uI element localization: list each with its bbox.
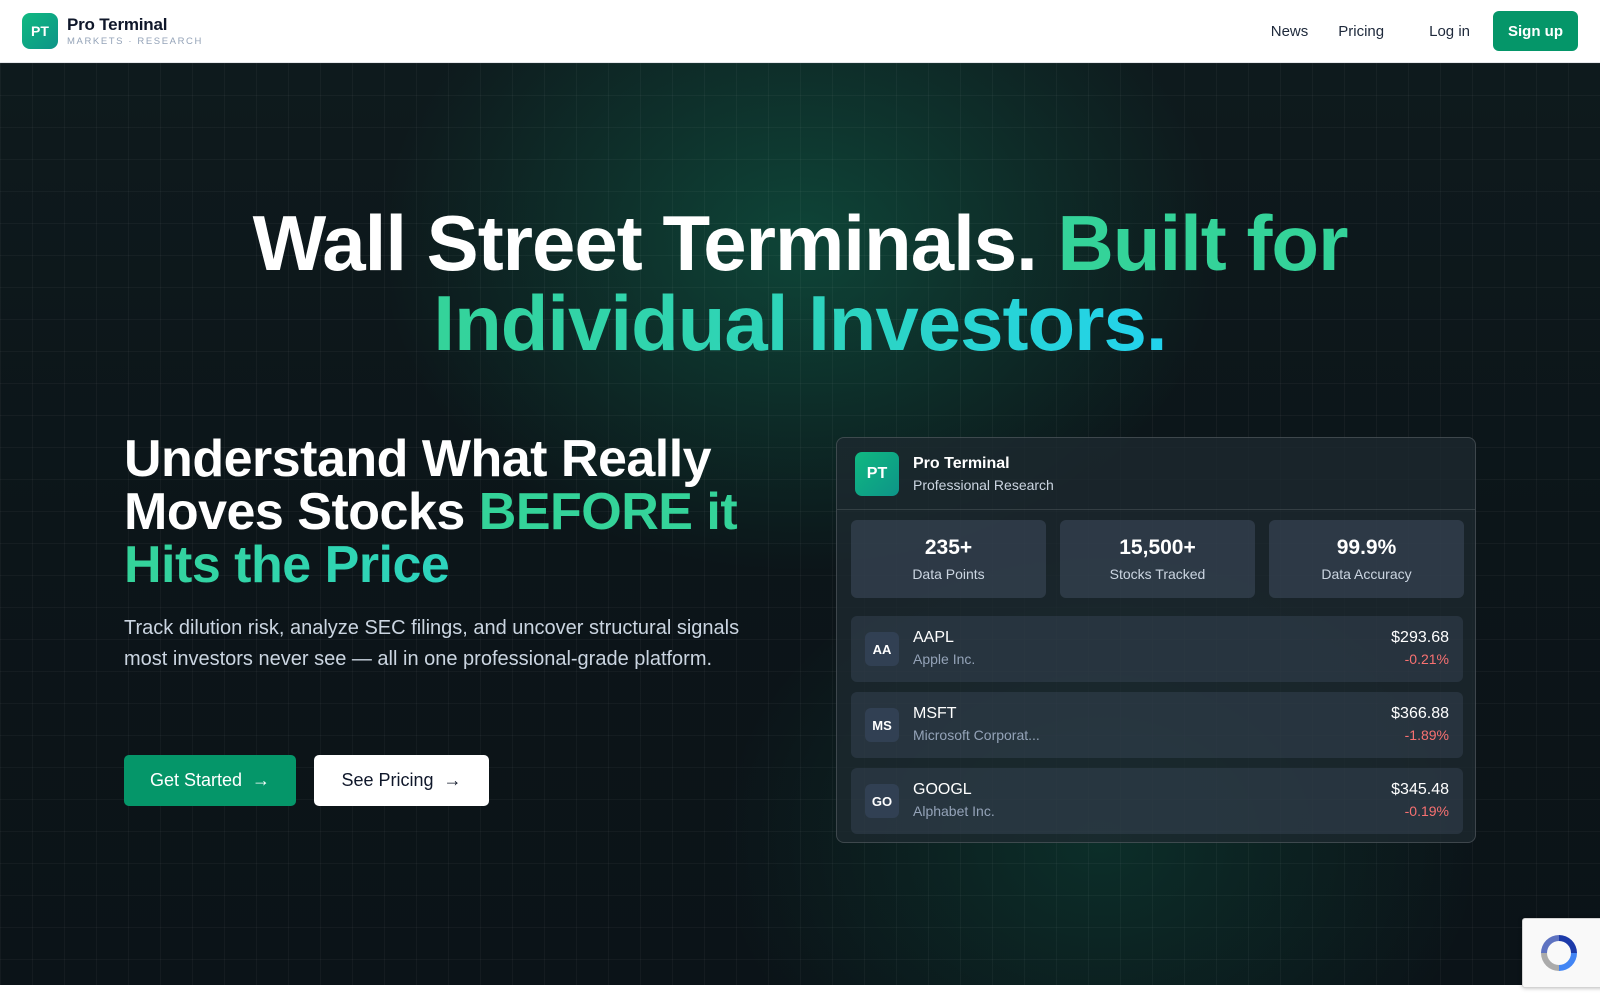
stock-symbol-badge: MS (865, 708, 899, 742)
get-started-label: Get Started (149, 770, 243, 790)
stat-label: Data Points (912, 566, 985, 582)
hero-description: Track dilution risk, analyze SEC filings… (124, 617, 740, 670)
stock-row-googl[interactable]: GO GOOGL Alphabet Inc. $345.48 -0.19% (851, 768, 1463, 834)
hero-subheading: Understand What Really Moves Stocks BEFO… (124, 433, 784, 592)
arrow-right-icon: → (443, 770, 462, 790)
logo-badge: PT (22, 13, 58, 49)
card-title-block: Pro Terminal Professional Research (913, 455, 1054, 493)
stat-value: 15,500+ (1119, 536, 1196, 559)
brand-name: Pro Terminal (67, 14, 168, 34)
stock-price: $366.88 (1391, 705, 1449, 722)
subheading-accent-part-2: Hits the Price (124, 536, 450, 594)
stat-label: Stocks Tracked (1109, 566, 1206, 582)
recaptcha-badge[interactable] (1522, 918, 1600, 988)
terminal-preview-card: PT Pro Terminal Professional Research 23… (836, 437, 1476, 843)
stock-change: -1.89% (1404, 727, 1449, 743)
stock-price: $345.48 (1391, 781, 1449, 798)
stock-ticker: MSFT (913, 705, 957, 722)
recaptcha-icon (1541, 935, 1577, 971)
stock-list: AA AAPL Apple Inc. $293.68 -0.21% MS MSF… (851, 616, 1463, 842)
brand-tagline: MARKETS · RESEARCH (67, 35, 203, 47)
stats-row: 235+ Data Points 15,500+ Stocks Tracked … (851, 520, 1464, 598)
page-bottom-edge (0, 985, 1600, 1000)
stat-value: 235+ (924, 536, 973, 559)
stat-stocks-tracked: 15,500+ Stocks Tracked (1060, 520, 1255, 598)
stock-row-aapl[interactable]: AA AAPL Apple Inc. $293.68 -0.21% (851, 616, 1463, 682)
stat-data-points: 235+ Data Points (851, 520, 1046, 598)
card-header: PT Pro Terminal Professional Research (837, 438, 1475, 510)
stock-symbol-badge: GO (865, 784, 899, 818)
stock-change: -0.21% (1404, 651, 1449, 667)
stock-ticker: GOOGL (913, 781, 972, 798)
hero-headline: Wall Street Terminals. Built for Individ… (0, 203, 1600, 363)
card-subtitle: Professional Research (913, 476, 1054, 493)
stock-company: Apple Inc. (913, 651, 976, 667)
brand-logo-link[interactable]: PT Pro Terminal MARKETS · RESEARCH (22, 13, 203, 49)
see-pricing-button[interactable]: See Pricing → (314, 755, 489, 806)
stat-value: 99.9% (1336, 536, 1397, 559)
card-logo-badge: PT (855, 451, 899, 496)
stock-change: -0.19% (1404, 803, 1449, 819)
stock-row-msft[interactable]: MS MSFT Microsoft Corporat... $366.88 -1… (851, 692, 1463, 758)
stock-ticker: AAPL (913, 629, 954, 646)
brand-text: Pro Terminal MARKETS · RESEARCH (67, 16, 203, 47)
top-navbar: PT Pro Terminal MARKETS · RESEARCH News … (0, 0, 1600, 63)
stock-company: Alphabet Inc. (913, 803, 995, 819)
see-pricing-label: See Pricing (341, 770, 434, 790)
nav-links: News Pricing Log in Sign up (1256, 11, 1578, 51)
stock-symbol-badge: AA (865, 632, 899, 666)
arrow-right-icon: → (252, 770, 271, 790)
subheading-accent-part: BEFORE it (478, 483, 738, 541)
get-started-button[interactable]: Get Started → (124, 755, 296, 806)
stat-data-accuracy: 99.9% Data Accuracy (1269, 520, 1464, 598)
stock-company: Microsoft Corporat... (913, 727, 1040, 743)
card-title: Pro Terminal (913, 454, 1010, 472)
stock-price: $293.68 (1391, 629, 1449, 646)
headline-line-2: Individual Investors. (433, 279, 1167, 367)
headline-white-part: Wall Street Terminals. (252, 199, 1038, 287)
headline-green-part: Built for (1057, 199, 1348, 287)
nav-link-news[interactable]: News (1256, 23, 1324, 40)
nav-link-pricing[interactable]: Pricing (1323, 23, 1399, 40)
signup-button[interactable]: Sign up (1493, 11, 1578, 51)
stat-label: Data Accuracy (1321, 566, 1412, 582)
login-link[interactable]: Log in (1414, 23, 1485, 40)
hero-section: Wall Street Terminals. Built for Individ… (0, 63, 1600, 985)
